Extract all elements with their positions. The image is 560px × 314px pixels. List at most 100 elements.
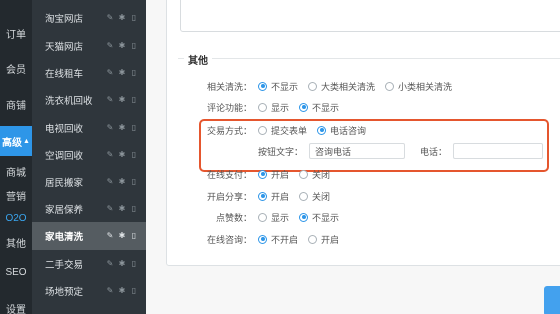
section-divider xyxy=(178,58,560,59)
radio-option[interactable]: 不开启 xyxy=(258,233,298,246)
radio-unselected xyxy=(308,81,318,91)
nav-label: O2O xyxy=(5,212,27,224)
delete-icon[interactable]: ▯ xyxy=(130,260,138,268)
field-label: 点赞数： xyxy=(215,212,252,223)
submenu-item[interactable]: 居民搬家 ✎ ✱ ▯ xyxy=(32,168,146,196)
submenu-item[interactable]: 场地预定 ✎ ✱ ▯ xyxy=(32,277,146,305)
submenu-actions: ✎ ✱ ▯ xyxy=(106,232,138,240)
submenu-actions: ✎ ✱ ▯ xyxy=(106,14,138,22)
submenu-actions: ✎ ✱ ▯ xyxy=(106,96,138,104)
radio-option[interactable]: 显示 xyxy=(258,211,289,224)
nav-other[interactable]: 其他 xyxy=(0,231,32,253)
nav-o2o[interactable]: O2O xyxy=(0,207,32,229)
delete-icon[interactable]: ▯ xyxy=(130,96,138,104)
submenu: 淘宝网店 ✎ ✱ ▯ 天猫网店 ✎ ✱ ▯ 在线租车 ✎ ✱ ▯ 洗衣机回收 ✎ ✱ ▯ 电视回收 ✎ ✱ ▯ 空调回收… xyxy=(32,0,146,314)
field-label: 相关清洗： xyxy=(206,81,252,92)
radio-option[interactable]: 显示 xyxy=(258,101,289,114)
edit-icon[interactable]: ✎ xyxy=(106,287,114,295)
settings-icon[interactable]: ✱ xyxy=(118,232,126,240)
radio-option[interactable]: 电话咨询 xyxy=(317,124,366,137)
edit-icon[interactable]: ✎ xyxy=(106,42,114,50)
button-text-input[interactable] xyxy=(309,143,406,159)
delete-icon[interactable]: ▯ xyxy=(130,42,138,50)
radio-option[interactable]: 开启 xyxy=(258,168,289,181)
row-trade-mode: 交易方式： 提交表单 电话咨询 xyxy=(190,122,376,138)
row-related-clean: 相关清洗： 不显示 大类相关清洗 小类相关清洗 xyxy=(190,78,462,94)
submenu-actions: ✎ ✱ ▯ xyxy=(106,178,138,186)
edit-icon[interactable]: ✎ xyxy=(106,151,114,159)
submenu-actions: ✎ ✱ ▯ xyxy=(106,69,138,77)
delete-icon[interactable]: ▯ xyxy=(130,178,138,186)
radio-option[interactable]: 小类相关清洗 xyxy=(385,80,452,93)
radio-option[interactable]: 关闭 xyxy=(299,168,330,181)
settings-icon[interactable]: ✱ xyxy=(118,151,126,159)
delete-icon[interactable]: ▯ xyxy=(130,124,138,132)
radio-option[interactable]: 大类相关清洗 xyxy=(308,80,375,93)
delete-icon[interactable]: ▯ xyxy=(130,287,138,295)
row-share: 开启分享： 开启 关闭 xyxy=(190,188,340,204)
submenu-item-label: 居民搬家 xyxy=(45,178,84,189)
phone-input[interactable] xyxy=(453,143,544,159)
radio-option[interactable]: 开启 xyxy=(258,190,289,203)
submenu-item-label: 洗衣机回收 xyxy=(45,96,93,107)
settings-icon[interactable]: ✱ xyxy=(118,124,126,132)
submenu-item[interactable]: 天猫网店 ✎ ✱ ▯ xyxy=(32,32,146,60)
save-button[interactable] xyxy=(544,286,560,314)
row-button-text: 按钮文字： 电话： xyxy=(258,143,544,159)
nav-settings[interactable]: 设置 xyxy=(0,297,32,314)
submenu-actions: ✎ ✱ ▯ xyxy=(106,124,138,132)
edit-icon[interactable]: ✎ xyxy=(106,14,114,22)
radio-option[interactable]: 提交表单 xyxy=(258,124,307,137)
delete-icon[interactable]: ▯ xyxy=(130,14,138,22)
field-label: 按钮文字： xyxy=(258,146,304,157)
radio-option[interactable]: 开启 xyxy=(308,233,339,246)
nav-members[interactable]: 会员 xyxy=(0,57,32,79)
field-label: 评论功能： xyxy=(206,102,252,113)
nav-orders[interactable]: 订单 xyxy=(0,22,32,44)
settings-icon[interactable]: ✱ xyxy=(118,178,126,186)
submenu-item[interactable]: 洗衣机回收 ✎ ✱ ▯ xyxy=(32,86,146,114)
settings-icon[interactable]: ✱ xyxy=(118,205,126,213)
delete-icon[interactable]: ▯ xyxy=(130,232,138,240)
edit-icon[interactable]: ✎ xyxy=(106,124,114,132)
edit-icon[interactable]: ✎ xyxy=(106,260,114,268)
submenu-item[interactable]: 二手交易 ✎ ✱ ▯ xyxy=(32,250,146,278)
settings-icon[interactable]: ✱ xyxy=(118,42,126,50)
submenu-item[interactable]: 淘宝网店 ✎ ✱ ▯ xyxy=(32,4,146,32)
nav-marketing[interactable]: 营销 xyxy=(0,184,32,206)
submenu-item-label: 空调回收 xyxy=(45,151,84,162)
settings-icon[interactable]: ✱ xyxy=(118,260,126,268)
delete-icon[interactable]: ▯ xyxy=(130,205,138,213)
submenu-item[interactable]: 空调回收 ✎ ✱ ▯ xyxy=(32,141,146,169)
delete-icon[interactable]: ▯ xyxy=(130,151,138,159)
edit-icon[interactable]: ✎ xyxy=(106,69,114,77)
submenu-item[interactable]: 家电清洗 ✎ ✱ ▯ xyxy=(32,222,146,250)
edit-icon[interactable]: ✎ xyxy=(106,178,114,186)
radio-option[interactable]: 不显示 xyxy=(299,101,339,114)
nav-mall[interactable]: 商城 xyxy=(0,160,32,182)
radio-unselected xyxy=(308,234,318,244)
edit-icon[interactable]: ✎ xyxy=(106,205,114,213)
settings-icon[interactable]: ✱ xyxy=(118,69,126,77)
radio-unselected xyxy=(299,169,309,179)
radio-option[interactable]: 不显示 xyxy=(258,80,298,93)
submenu-item-label: 天猫网店 xyxy=(45,42,84,53)
submenu-item[interactable]: 家居保养 ✎ ✱ ▯ xyxy=(32,195,146,223)
settings-icon[interactable]: ✱ xyxy=(118,14,126,22)
edit-icon[interactable]: ✎ xyxy=(106,96,114,104)
settings-icon[interactable]: ✱ xyxy=(118,287,126,295)
settings-icon[interactable]: ✱ xyxy=(118,96,126,104)
delete-icon[interactable]: ▯ xyxy=(130,69,138,77)
submenu-item-label: 淘宝网店 xyxy=(45,14,84,25)
nav-stores[interactable]: 商铺 xyxy=(0,93,32,115)
radio-option[interactable]: 不显示 xyxy=(299,211,339,224)
submenu-item[interactable]: 在线租车 ✎ ✱ ▯ xyxy=(32,59,146,87)
edit-icon[interactable]: ✎ xyxy=(106,232,114,240)
nav-advanced[interactable]: 高级 ▲ xyxy=(0,126,32,156)
submenu-item[interactable]: 电视回收 ✎ ✱ ▯ xyxy=(32,114,146,142)
radio-option[interactable]: 关闭 xyxy=(299,190,330,203)
text-area[interactable] xyxy=(180,0,560,32)
submenu-actions: ✎ ✱ ▯ xyxy=(106,287,138,295)
nav-label: 设置 xyxy=(6,304,26,314)
nav-seo[interactable]: SEO xyxy=(0,261,32,283)
